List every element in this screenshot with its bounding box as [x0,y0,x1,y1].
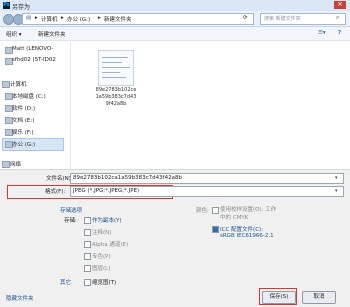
save-options-panel: 文件名(N): 89e2783b102ca1a59b383c7d43f42a8b… [0,169,350,307]
navigation-pane: Matt (LENOVO- sfhd02 (ST-ID02 计算机 本地磁盘 (… [0,41,71,169]
as-copy-checkbox[interactable] [84,217,91,224]
as-copy-label: 作为副本(Y) [92,218,122,224]
sidebar-item-sfhd02[interactable]: sfhd02 (ST-ID02 [12,57,56,63]
alpha-checkbox[interactable] [84,241,91,248]
organize-button[interactable]: 组织 ▾ [6,30,22,38]
search-icon[interactable]: ⌕ [336,14,339,22]
folder-icon: ▤ [26,15,32,21]
search-input[interactable]: 搜索 新建文件夹 ⌕ [260,13,346,25]
annotations-label: 注释(N) [92,230,112,236]
breadcrumb-sep: ▸ [98,15,101,21]
toolbar: 组织 ▾ 新建文件夹 ☰▾ ? [0,27,350,41]
hide-folders-link[interactable]: 隐藏文件夹 [6,294,34,302]
breadcrumb-new-folder[interactable]: 新建文件夹 [104,15,132,23]
alpha-label: Alpha 通道(E) [92,242,129,248]
save-highlight-box [259,288,297,305]
file-list: 89e2783b102ce 1a59b383c7d43 9f42a8b [71,41,350,169]
breadcrumb-sep: ▸ [35,15,38,21]
image-file-thumbnail[interactable] [98,50,134,86]
format-label: 格式(F): [45,189,66,195]
window-title: 另存为 [12,4,31,11]
sidebar-item-computer[interactable]: 计算机 [10,80,27,88]
format-select[interactable]: JPEG (*.JPG;*.JPEG;*.JPE) ▾ [70,186,344,197]
store-label: 存储: [64,218,77,224]
sidebar-item-drive-g[interactable]: 办公 (G:) [12,140,35,148]
icc-checkbox[interactable] [212,226,219,233]
breadcrumb-drive-g[interactable]: 办公 (G:) [67,15,90,23]
filename-label: 文件名(N): [46,176,73,182]
breadcrumb-sep: ▸ [61,15,64,21]
close-icon[interactable]: ✕ [334,1,346,9]
file-caption-line: 9f42a8b [105,101,127,107]
sidebar-item-drive-c[interactable]: 本地磁盘 (C:) [12,92,46,100]
photoshop-app-icon: Ps [3,2,10,9]
view-options-icon[interactable]: ☰▾ [318,30,326,36]
cancel-button[interactable]: 取消 [302,291,336,304]
new-folder-button[interactable]: 新建文件夹 [38,30,66,38]
color-label: 颜色: [196,208,209,214]
format-value: JPEG (*.JPG;*.JPEG;*.JPE) [73,188,140,194]
sidebar-item-drive-d[interactable]: 软件 (D:) [12,104,35,112]
file-caption-line: 1a59b383c7d43 [95,94,137,100]
sidebar-item-drive-e[interactable]: 文档 (E:) [12,116,34,124]
address-bar: ▤ ▸ 计算机 ▸ 办公 (G:) ▸ 新建文件夹 ⟳ 搜索 新建文件夹 ⌕ [0,11,350,27]
layers-checkbox[interactable] [84,265,91,272]
sidebar-item-drive-f[interactable]: 娱乐 (F:) [12,128,34,136]
refresh-icon[interactable]: ⟳ [243,15,248,21]
sidebar-item-network[interactable]: 网络 [10,160,21,168]
breadcrumb[interactable]: ▤ ▸ 计算机 ▸ 办公 (G:) ▸ 新建文件夹 ⟳ [22,13,254,25]
sidebar-item-matt[interactable]: Matt (LENOVO- [12,46,53,52]
computer-icon [2,81,10,88]
proof-setup-checkbox[interactable] [212,207,219,214]
filename-value: 89e2783b102ca1a59b383c7d43f42a8b [73,175,182,181]
chevron-down-icon[interactable]: ▾ [335,188,338,194]
title-bar: Ps 另存为 ✕ [0,0,350,11]
thumbnail-label: 缩览图(T) [92,280,117,286]
proof-setup-label: 使用校样设置(O): 工作中的 CMYK [220,207,277,221]
chevron-down-icon[interactable]: ▾ [335,175,338,181]
breadcrumb-computer[interactable]: 计算机 [41,15,58,23]
spot-checkbox[interactable] [84,253,91,260]
filename-field[interactable]: 89e2783b102ca1a59b383c7d43f42a8b ▾ [70,173,344,184]
other-label: 其它 [60,280,72,286]
help-icon[interactable]: ? [338,30,341,36]
icc-label: ICC 配置文件(C): [220,227,264,233]
annotations-checkbox[interactable] [84,229,91,236]
layers-label: 图层(L) [92,266,111,272]
spot-label: 专色(P) [92,254,111,260]
search-placeholder: 搜索 新建文件夹 [264,16,301,22]
icc-value: sRGB IEC61966-2.1 [220,233,274,239]
storage-options-title: 存储选项 [60,208,83,214]
file-caption-line: 89e2783b102ce [95,87,137,93]
thumbnail-checkbox[interactable] [84,279,91,286]
network-icon [2,161,10,168]
